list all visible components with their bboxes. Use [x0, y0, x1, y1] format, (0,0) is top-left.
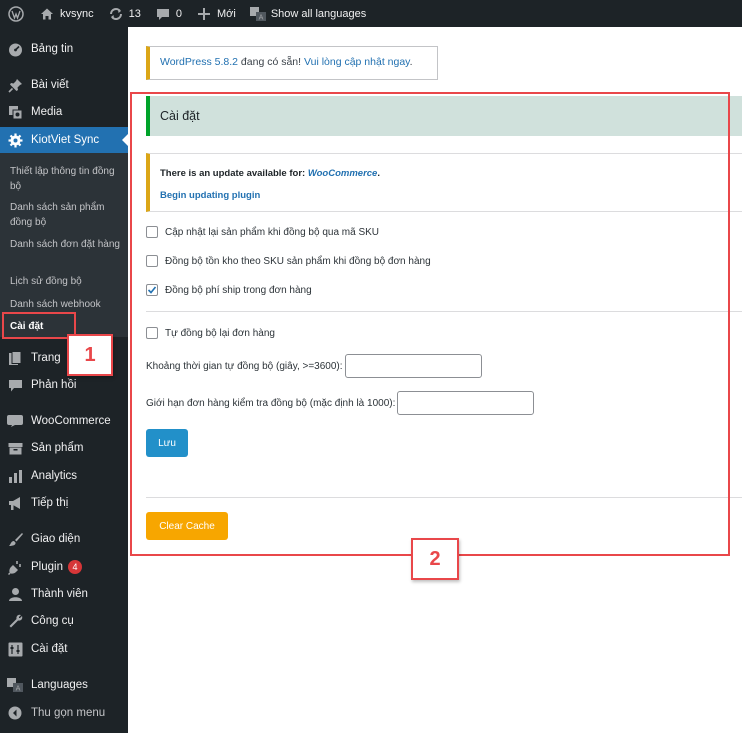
comment-icon — [7, 377, 23, 393]
highlight-settings-panel — [130, 92, 730, 556]
menu-comments-label: Phản hồi — [31, 379, 77, 391]
site-name: kvsync — [60, 7, 94, 20]
site-name-link[interactable]: kvsync — [32, 0, 101, 27]
menu-languages-label: Languages — [31, 679, 88, 691]
menu-languages[interactable]: A Languages — [0, 672, 128, 698]
kiotviet-submenu: Thiết lập thông tin đồng bộ Danh sách sả… — [0, 153, 128, 337]
highlight-settings-submenu — [2, 312, 76, 339]
menu-settings[interactable]: Cài đặt — [0, 636, 128, 662]
update-now-link[interactable]: Vui lòng cập nhật ngay — [304, 56, 410, 68]
pushpin-icon — [7, 77, 23, 93]
wordpress-logo[interactable] — [0, 0, 32, 27]
menu-media[interactable]: Media — [0, 99, 128, 125]
menu-kiotviet-label: KiotViet Sync — [31, 134, 100, 146]
plugins-update-badge: 4 — [67, 560, 82, 574]
submenu-setup[interactable]: Thiết lập thông tin đồng bộ — [10, 164, 122, 194]
menu-media-label: Media — [31, 106, 63, 118]
collapse-icon — [7, 705, 23, 721]
menu-posts-label: Bài viết — [31, 79, 69, 91]
menu-tools[interactable]: Công cụ — [0, 608, 128, 634]
updates-link[interactable]: 13 — [101, 0, 148, 27]
updates-icon — [108, 6, 124, 22]
submenu-webhooks[interactable]: Danh sách webhook — [10, 297, 122, 312]
user-icon — [7, 586, 23, 602]
home-icon — [39, 6, 55, 22]
menu-plugins[interactable]: Plugin 4 — [0, 554, 128, 580]
submenu-orders[interactable]: Danh sách đơn đặt hàng — [10, 237, 122, 252]
bar-chart-icon — [7, 468, 23, 484]
wordpress-icon — [8, 5, 24, 22]
media-icon — [7, 104, 23, 120]
plus-icon — [196, 6, 212, 22]
menu-settings-label: Cài đặt — [31, 643, 68, 655]
admin-sidebar: Bảng tin Bài viết Media KiotViet Sync Th… — [0, 27, 128, 733]
languages-link[interactable]: A Show all languages — [243, 0, 373, 27]
submenu-history[interactable]: Lịch sử đồng bộ — [10, 274, 122, 289]
archive-icon — [7, 440, 23, 456]
menu-products[interactable]: Sản phẩm — [0, 435, 128, 461]
menu-tools-label: Công cụ — [31, 615, 74, 627]
paintbrush-icon — [7, 531, 23, 547]
menu-woocommerce-label: WooCommerce — [31, 415, 111, 427]
wordpress-update-notice: WordPress 5.8.2 đang có sẵn! Vui lòng cậ… — [146, 46, 438, 80]
menu-products-label: Sản phẩm — [31, 442, 84, 454]
gear-icon — [7, 132, 23, 148]
updates-count: 13 — [128, 7, 141, 20]
menu-pages-label: Trang — [31, 352, 61, 364]
woocommerce-icon — [7, 413, 23, 429]
callout-1: 1 — [67, 334, 113, 376]
wordpress-version-link[interactable]: WordPress 5.8.2 — [160, 56, 238, 68]
comments-count: 0 — [175, 7, 182, 20]
new-content-link[interactable]: Mới — [189, 0, 243, 27]
notice-text: đang có sẵn! — [238, 56, 304, 68]
menu-woocommerce[interactable]: WooCommerce — [0, 408, 128, 434]
menu-dashboard-label: Bảng tin — [31, 43, 74, 55]
menu-users[interactable]: Thành viên — [0, 581, 128, 607]
menu-marketing[interactable]: Tiếp thị — [0, 490, 128, 516]
callout-2: 2 — [411, 538, 459, 580]
settings-sliders-icon — [7, 641, 23, 657]
svg-text:A: A — [258, 13, 263, 21]
notice-end: . — [409, 56, 413, 68]
wrench-icon — [7, 613, 23, 629]
menu-marketing-label: Tiếp thị — [31, 497, 69, 509]
megaphone-icon — [7, 495, 23, 511]
menu-appearance[interactable]: Giao diện — [0, 526, 128, 552]
plugin-icon — [7, 559, 23, 575]
comments-link[interactable]: 0 — [148, 0, 189, 27]
translate-icon: A — [7, 677, 23, 693]
svg-text:A: A — [16, 685, 21, 693]
pages-icon — [7, 350, 23, 366]
menu-users-label: Thành viên — [31, 588, 88, 600]
admin-bar: kvsync 13 0 Mới A Show all languages — [0, 0, 742, 27]
comment-icon — [155, 6, 171, 22]
menu-collapse[interactable]: Thu gọn menu — [0, 700, 128, 726]
menu-appearance-label: Giao diện — [31, 533, 81, 545]
translate-icon: A — [249, 6, 266, 22]
menu-dashboard[interactable]: Bảng tin — [0, 36, 128, 62]
menu-kiotviet-sync[interactable]: KiotViet Sync — [0, 127, 128, 153]
current-menu-arrow — [122, 134, 128, 146]
menu-plugins-label: Plugin — [31, 561, 63, 573]
dashboard-icon — [7, 41, 23, 57]
languages-label: Show all languages — [270, 7, 367, 20]
submenu-products[interactable]: Danh sách sản phẩm đồng bộ — [10, 200, 122, 230]
menu-posts[interactable]: Bài viết — [0, 72, 128, 98]
new-label: Mới — [217, 7, 236, 20]
menu-analytics-label: Analytics — [31, 470, 78, 482]
menu-analytics[interactable]: Analytics — [0, 463, 128, 489]
menu-collapse-label: Thu gọn menu — [31, 707, 106, 719]
